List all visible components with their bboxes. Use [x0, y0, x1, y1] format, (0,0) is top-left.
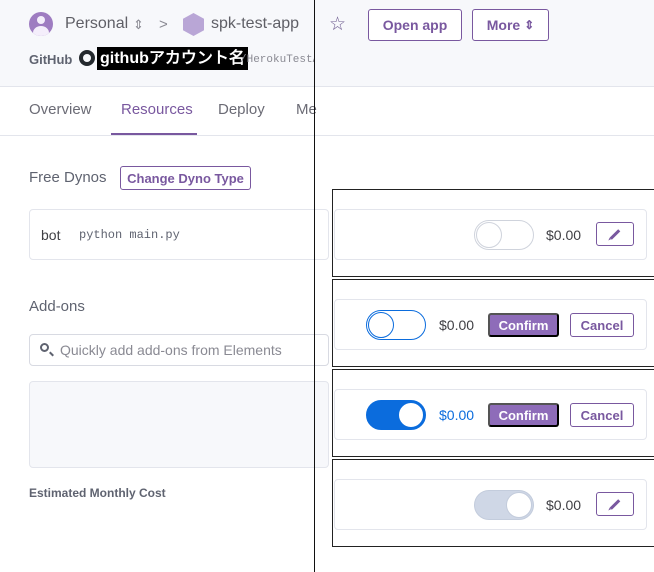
addons-empty-area — [29, 381, 329, 468]
dyno-toggle[interactable] — [366, 310, 426, 340]
screenshot-divider — [314, 0, 315, 572]
tab-overview[interactable]: Overview — [29, 101, 92, 118]
dyno-toggle[interactable] — [366, 400, 426, 430]
dyno-price: $0.00 — [546, 227, 582, 243]
open-app-button[interactable]: Open app — [368, 9, 462, 41]
edit-dyno-button[interactable] — [596, 492, 634, 516]
search-icon — [40, 343, 49, 352]
favorite-star-icon[interactable]: ☆ — [329, 13, 346, 36]
more-label: More — [486, 17, 521, 33]
account-avatar[interactable] — [29, 12, 53, 36]
tab-resources[interactable]: Resources — [121, 101, 193, 118]
cancel-button[interactable]: Cancel — [570, 403, 634, 427]
confirm-button[interactable]: Confirm — [488, 313, 559, 337]
estimated-monthly-cost-label: Estimated Monthly Cost — [29, 486, 166, 500]
dyno-price: $0.00 — [439, 407, 475, 423]
dyno-toggle[interactable] — [474, 490, 534, 520]
addons-label: Add-ons — [29, 298, 85, 315]
breadcrumb-chevron-icon: > — [159, 16, 168, 33]
edit-dyno-button[interactable] — [596, 222, 634, 246]
github-account-name[interactable]: githubアカウント名 — [97, 47, 248, 70]
account-name[interactable]: Personal — [65, 15, 128, 33]
free-dynos-label: Free Dynos — [29, 169, 107, 186]
dyno-price: $0.00 — [546, 497, 582, 513]
addon-search-placeholder: Quickly add add-ons from Elements — [60, 342, 282, 358]
dyno-process-name: bot — [41, 227, 61, 243]
dyno-toggle[interactable] — [474, 220, 534, 250]
account-switcher-icon[interactable]: ⇕ — [133, 17, 144, 33]
github-label: GitHub — [29, 52, 73, 67]
github-icon — [79, 50, 95, 66]
dyno-price: $0.00 — [439, 317, 475, 333]
pencil-icon — [609, 228, 621, 240]
change-dyno-type-button[interactable]: Change Dyno Type — [120, 166, 251, 190]
app-header — [0, 0, 654, 87]
tabs-divider — [0, 135, 654, 136]
github-repo-path[interactable]: /HerokuTestApp — [240, 54, 315, 66]
more-button[interactable]: More ⇕ — [472, 9, 549, 41]
app-name[interactable]: spk-test-app — [211, 15, 299, 33]
pencil-icon — [609, 498, 621, 510]
tab-deploy[interactable]: Deploy — [218, 101, 265, 118]
dyno-command: python main.py — [79, 228, 180, 242]
confirm-button[interactable]: Confirm — [488, 403, 559, 427]
more-chevron-icon: ⇕ — [524, 18, 535, 32]
cancel-button[interactable]: Cancel — [570, 313, 634, 337]
